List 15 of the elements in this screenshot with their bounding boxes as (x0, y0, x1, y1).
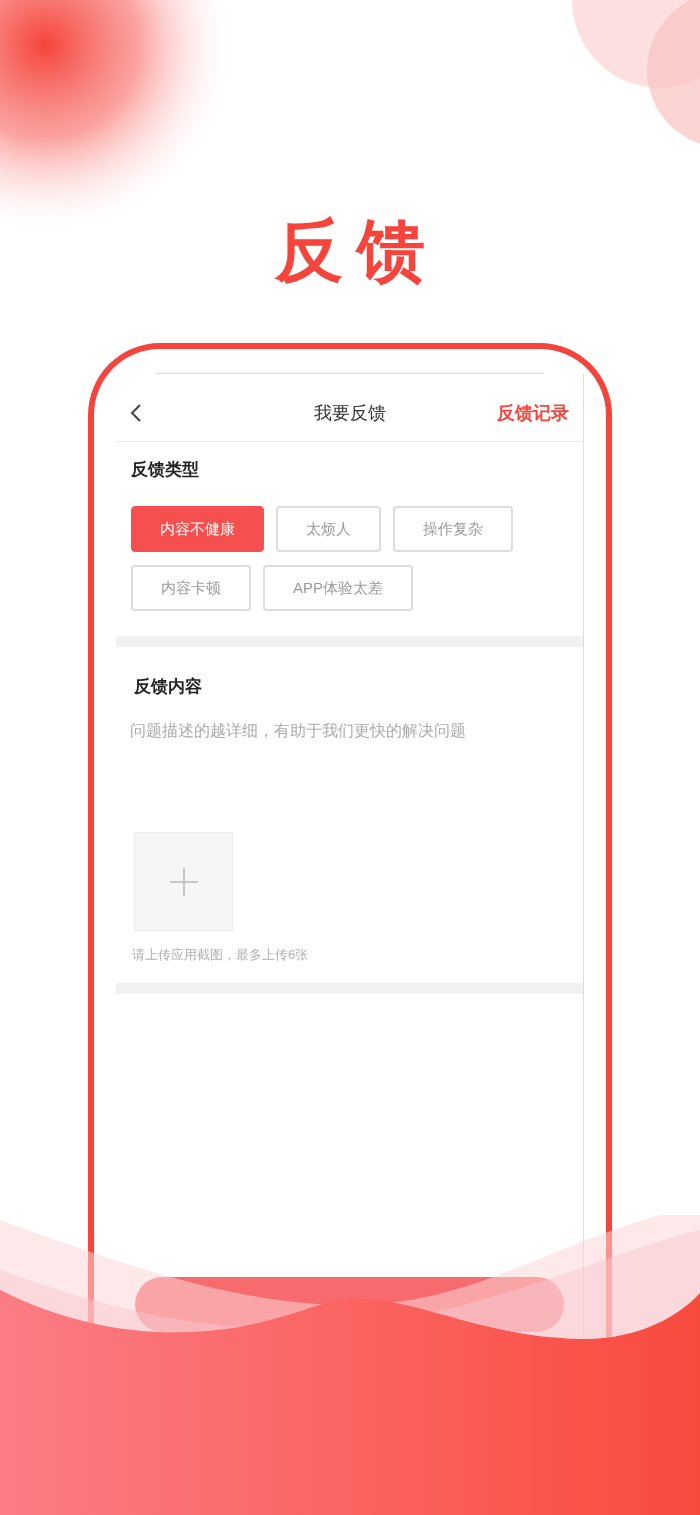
type-chip[interactable]: 操作复杂 (393, 506, 513, 552)
type-chip[interactable]: 内容不健康 (131, 506, 264, 552)
hero-title: 反馈 (273, 211, 439, 290)
type-chip[interactable]: 内容卡顿 (131, 565, 251, 611)
section-heading: 反馈内容 (133, 676, 203, 698)
section-heading: 反馈类型 (131, 459, 200, 481)
feedback-history-link[interactable]: 反馈记录 (497, 399, 569, 427)
upload-hint: 请上传应用截图，最多上传6张 (132, 946, 310, 964)
type-chip[interactable]: APP体验太差 (263, 565, 413, 611)
plus-icon (169, 867, 198, 896)
feedback-input-field[interactable]: 问题描述的越详细，有助于我们更快的解决问题 (130, 719, 570, 809)
upload-tile[interactable] (134, 832, 233, 931)
nav-title: 我要反馈 (313, 401, 386, 425)
back-icon[interactable] (130, 403, 142, 423)
type-chip[interactable]: 太烦人 (276, 506, 381, 552)
